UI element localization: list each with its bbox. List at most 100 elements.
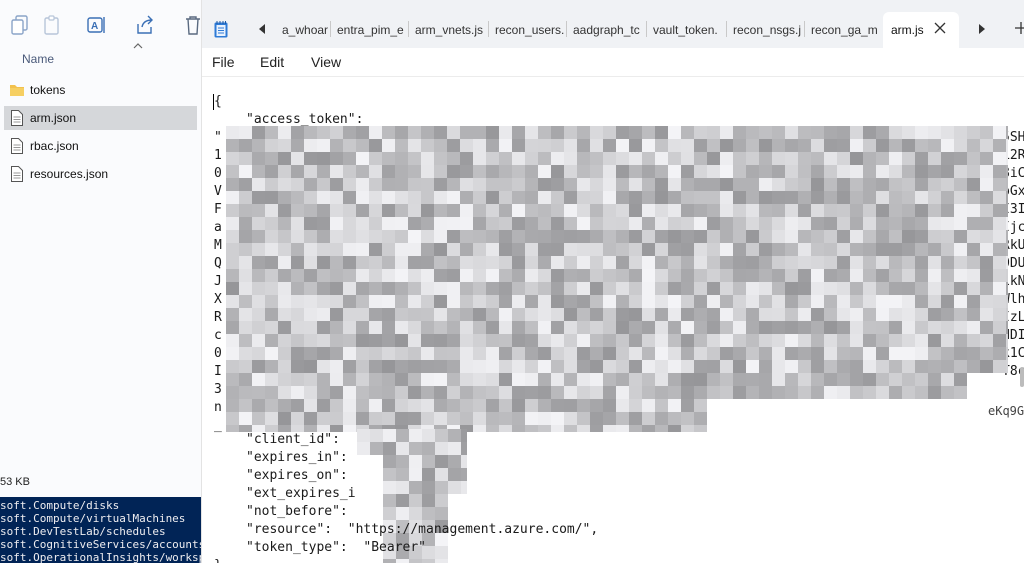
redaction-pixel [564,334,577,347]
list-item-tokens[interactable]: tokens [4,78,197,102]
redaction-pixel [330,126,343,139]
redaction-pixel [993,191,1006,204]
redaction-pixel [811,139,824,152]
menu-edit[interactable]: Edit [260,54,284,70]
redaction-pixel [928,230,941,243]
tab[interactable]: a_whoar [276,14,328,46]
redaction-pixel [551,269,564,282]
redaction-pixel [408,204,421,217]
scroll-tabs-left-icon[interactable] [258,24,266,34]
tab[interactable]: entra_pim_e [331,14,407,46]
redaction-pixel [434,152,447,165]
redaction-pixel [460,139,473,152]
redaction-pixel [759,178,772,191]
redaction-pixel [811,230,824,243]
redaction-pixel [460,165,473,178]
redaction-pixel [629,347,642,360]
redaction-pixel [330,308,343,321]
redaction-pixel [837,139,850,152]
redaction-pixel [512,347,525,360]
redaction-pixel [681,360,694,373]
redaction-pixel [876,347,889,360]
redaction-pixel [954,282,967,295]
close-icon[interactable] [934,22,946,34]
redaction-pixel [538,126,551,139]
scroll-tabs-right-icon[interactable] [978,24,986,34]
redaction-pixel [343,126,356,139]
redaction-pixel [577,269,590,282]
redaction-pixel [681,178,694,191]
vertical-scrollbar[interactable] [1020,367,1024,387]
redaction-pixel [265,399,278,412]
redaction-pixel [499,217,512,230]
redaction-pixel [356,152,369,165]
menu-file[interactable]: File [212,54,235,70]
redaction-pixel [798,386,811,399]
tab-active[interactable]: arm.js [883,12,959,48]
redaction-pixel [980,308,993,321]
redaction-pixel [551,321,564,334]
redaction-pixel [265,126,278,139]
delete-icon[interactable] [183,14,202,36]
powershell-panel[interactable]: soft.Compute/disks soft.Compute/virtualM… [0,497,201,563]
code-line: "ext_expires_i [246,486,356,501]
add-tab-icon[interactable] [1014,21,1024,35]
rename-icon[interactable]: A [87,14,107,36]
list-item-resources-json[interactable]: resources.json [4,162,197,186]
redaction-pixel [876,295,889,308]
redaction-pixel [889,347,902,360]
redaction-pixel [226,425,239,432]
redaction-pixel [603,347,616,360]
redaction-pixel [434,178,447,191]
redaction-pixel [928,334,941,347]
redaction-pixel [525,412,538,425]
redaction-pixel [811,217,824,230]
redaction-pixel [642,269,655,282]
text-editor[interactable]: { "access_token": " 1 0 V Fa M Q J X Rc 0 I 3 n _ 5SH L… [202,77,1024,563]
redaction-pixel [993,295,1006,308]
redaction-pixel [291,269,304,282]
redaction-pixel [629,386,642,399]
redaction-pixel [357,429,370,442]
redaction-pixel [421,269,434,282]
tab[interactable]: recon_ga_m [805,14,881,46]
redaction-pixel [863,178,876,191]
redaction-pixel [408,165,421,178]
redaction-pixel [629,191,642,204]
redaction-pixel [798,308,811,321]
redaction-pixel [460,347,473,360]
redaction-pixel [473,269,486,282]
redaction-pixel [993,230,1006,243]
redaction-pixel [980,243,993,256]
list-item-arm-json[interactable]: arm.json [4,106,197,130]
redaction-pixel [512,256,525,269]
name-column-header[interactable]: Name [22,52,54,66]
redaction-pixel [629,269,642,282]
list-item-rbac-json[interactable]: rbac.json [4,134,197,158]
redaction-pixel [642,373,655,386]
share-icon[interactable] [135,14,155,36]
tab[interactable]: recon_users. [489,14,565,46]
copy-icon[interactable] [10,14,30,36]
redaction-pixel [694,425,707,432]
tab[interactable]: vault_token. [647,14,725,46]
redaction-pixel [265,308,278,321]
redaction-pixel [980,282,993,295]
tab[interactable]: aadgraph_tc [567,14,645,46]
redaction-pixel [369,308,382,321]
menu-view[interactable]: View [311,54,341,70]
redaction-pixel [486,269,499,282]
redaction-pixel [655,126,668,139]
redaction-pixel [369,321,382,334]
redaction-pixel [902,217,915,230]
redaction-pixel [356,347,369,360]
redaction-pixel [512,152,525,165]
redaction-pixel [577,191,590,204]
redaction-pixel [226,308,239,321]
paste-icon[interactable] [42,14,62,36]
tab[interactable]: arm_vnets.js [409,14,487,46]
redaction-pixel [603,152,616,165]
tab[interactable]: recon_nsgs.j [727,14,803,46]
sort-chevron-up-icon[interactable] [133,42,143,50]
redaction-pixel [421,308,434,321]
